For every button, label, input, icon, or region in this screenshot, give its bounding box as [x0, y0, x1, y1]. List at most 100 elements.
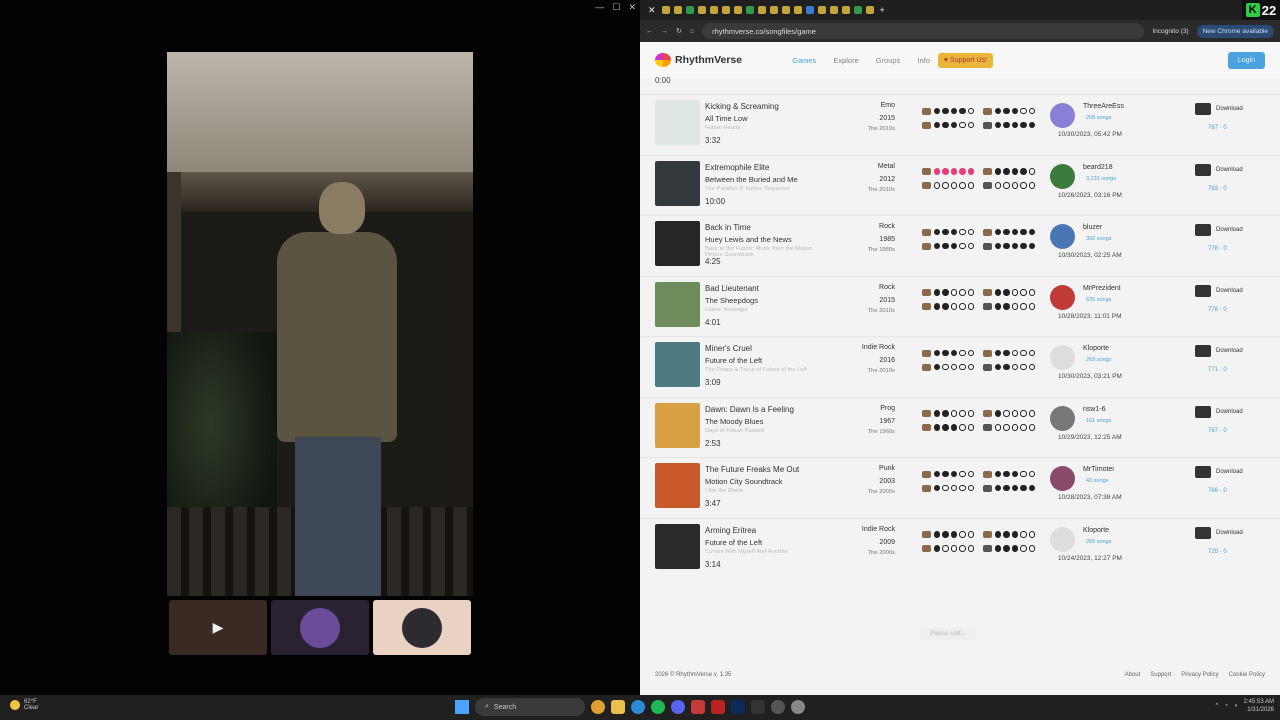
- song-row[interactable]: Back in Time Huey Lewis and the News Bac…: [640, 215, 1280, 276]
- uploader-song-count[interactable]: 269 songs: [1086, 357, 1111, 363]
- app-icon[interactable]: [771, 700, 785, 714]
- volume-icon[interactable]: ◖: [1234, 703, 1238, 709]
- uploader-avatar[interactable]: [1050, 224, 1075, 249]
- song-artist[interactable]: All Time Low: [705, 114, 748, 123]
- tab-favicon[interactable]: [781, 6, 790, 14]
- footer-about-link[interactable]: About: [1125, 672, 1141, 678]
- footer-support-link[interactable]: Support: [1150, 672, 1171, 678]
- chrome-update-button[interactable]: New Chrome available: [1196, 24, 1274, 38]
- song-title[interactable]: Back in Time: [705, 223, 751, 232]
- uploader-name[interactable]: nsw1-6: [1083, 406, 1106, 413]
- tab-favicon[interactable]: [829, 6, 838, 14]
- song-title[interactable]: Arming Eritrea: [705, 526, 756, 535]
- download-button[interactable]: Download: [1195, 103, 1243, 115]
- participant-tile[interactable]: [271, 600, 369, 655]
- song-artist[interactable]: Huey Lewis and the News: [705, 235, 792, 244]
- song-row[interactable]: Miner's Cruel Future of the Left The Pea…: [640, 336, 1280, 397]
- uploader-avatar[interactable]: [1050, 163, 1075, 189]
- song-title[interactable]: Bad Lieutenant: [705, 284, 759, 293]
- login-button[interactable]: Login: [1227, 51, 1265, 69]
- tab-favicon[interactable]: [685, 6, 694, 14]
- photoshop-icon[interactable]: [731, 700, 745, 714]
- file-explorer-icon[interactable]: [611, 700, 625, 714]
- home-icon[interactable]: ⌂: [690, 28, 694, 35]
- spotify-icon[interactable]: [651, 700, 665, 714]
- song-title[interactable]: Extremophile Elite: [705, 163, 769, 172]
- tab-favicon[interactable]: [721, 6, 730, 14]
- song-artist[interactable]: The Sheepdogs: [705, 296, 758, 305]
- tab-favicon[interactable]: [805, 6, 814, 14]
- url-field[interactable]: rhythmverse.co/songfiles/game: [702, 23, 1145, 39]
- wifi-icon[interactable]: ◔: [1224, 703, 1228, 709]
- settings-icon[interactable]: [791, 700, 805, 714]
- song-row[interactable]: Bad Lieutenant The Sheepdogs Future Nost…: [640, 275, 1280, 337]
- uploader-name[interactable]: Kloporte: [1083, 345, 1109, 352]
- song-artist[interactable]: The Moody Blues: [705, 417, 763, 426]
- song-title[interactable]: Miner's Cruel: [705, 344, 752, 353]
- song-artist[interactable]: Motion City Soundtrack: [705, 477, 783, 486]
- album-cover[interactable]: [655, 402, 700, 448]
- uploader-avatar[interactable]: [1050, 405, 1075, 431]
- back-icon[interactable]: ←: [646, 28, 653, 35]
- song-artist[interactable]: Between the Buried and Me: [705, 175, 798, 184]
- tab-favicon[interactable]: [853, 6, 862, 14]
- uploader-avatar[interactable]: [1050, 345, 1075, 370]
- taskbar-search[interactable]: ⌕ Search: [475, 698, 585, 716]
- terminal-icon[interactable]: [751, 700, 765, 714]
- new-tab-icon[interactable]: +: [880, 5, 885, 15]
- uploader-avatar[interactable]: [1050, 103, 1075, 128]
- uploader-song-count[interactable]: 208 songs: [1086, 115, 1111, 121]
- album-cover[interactable]: [655, 160, 700, 206]
- uploader-name[interactable]: MrTimotei: [1083, 466, 1114, 473]
- album-cover[interactable]: [655, 523, 700, 569]
- album-cover[interactable]: [655, 221, 700, 266]
- tab-close-icon[interactable]: ✕: [648, 5, 656, 16]
- nav-games[interactable]: Games: [792, 56, 816, 65]
- start-icon[interactable]: [455, 700, 469, 714]
- download-button[interactable]: Download: [1195, 466, 1243, 478]
- song-row[interactable]: Arming Eritrea Future of the Left Curses…: [640, 517, 1280, 579]
- download-button[interactable]: Download: [1195, 405, 1243, 418]
- uploader-avatar[interactable]: [1050, 526, 1075, 552]
- incognito-indicator[interactable]: Incognito (3): [1152, 28, 1188, 35]
- download-button[interactable]: Download: [1195, 163, 1243, 176]
- tab-favicon[interactable]: [793, 6, 802, 14]
- uploader-name[interactable]: beard218: [1083, 164, 1113, 171]
- tab-favicon[interactable]: [733, 6, 742, 14]
- uploader-name[interactable]: MrPrezident: [1083, 285, 1121, 292]
- tab-favicon[interactable]: [709, 6, 718, 14]
- uploader-song-count[interactable]: 3,231 songs: [1086, 176, 1116, 182]
- uploader-song-count[interactable]: 635 songs: [1086, 297, 1111, 303]
- song-row[interactable]: Dawn: Dawn Is a Feeling The Moody Blues …: [640, 396, 1280, 458]
- tab-favicon[interactable]: [757, 6, 766, 14]
- nav-explore[interactable]: Explore: [833, 56, 858, 65]
- album-cover[interactable]: [655, 463, 700, 508]
- song-artist[interactable]: Future of the Left: [705, 356, 762, 365]
- tab-favicon[interactable]: [817, 6, 826, 14]
- album-cover[interactable]: [655, 100, 700, 145]
- uploader-name[interactable]: ThreeAreEss: [1083, 103, 1124, 110]
- download-button[interactable]: Download: [1195, 224, 1243, 236]
- footer-cookie-link[interactable]: Cookie Policy: [1229, 672, 1265, 678]
- song-row[interactable]: Kicking & Screaming All Time Low Future …: [640, 94, 1280, 155]
- tab-favicon[interactable]: [745, 6, 754, 14]
- discord-icon[interactable]: [671, 700, 685, 714]
- album-cover[interactable]: [655, 281, 700, 327]
- tab-favicon[interactable]: [865, 6, 874, 14]
- tab-favicon[interactable]: [697, 6, 706, 14]
- song-title[interactable]: The Future Freaks Me Out: [705, 465, 799, 474]
- download-button[interactable]: Download: [1195, 345, 1243, 357]
- chrome-icon[interactable]: [591, 700, 605, 714]
- uploader-song-count[interactable]: 302 songs: [1086, 236, 1111, 242]
- chevron-up-icon[interactable]: ^: [1216, 703, 1219, 709]
- uploader-name[interactable]: Kloporte: [1083, 527, 1109, 534]
- support-button[interactable]: ♥ Support Us!: [937, 52, 993, 68]
- nav-info[interactable]: Info: [917, 56, 930, 65]
- download-button[interactable]: Download: [1195, 526, 1243, 539]
- uploader-avatar[interactable]: [1050, 284, 1075, 310]
- album-cover[interactable]: [655, 342, 700, 387]
- song-title[interactable]: Dawn: Dawn Is a Feeling: [705, 405, 794, 414]
- song-title[interactable]: Kicking & Screaming: [705, 102, 779, 111]
- reload-icon[interactable]: ↻: [676, 27, 682, 35]
- clock[interactable]: 2:45:53 AM 1/31/2026: [1244, 698, 1274, 714]
